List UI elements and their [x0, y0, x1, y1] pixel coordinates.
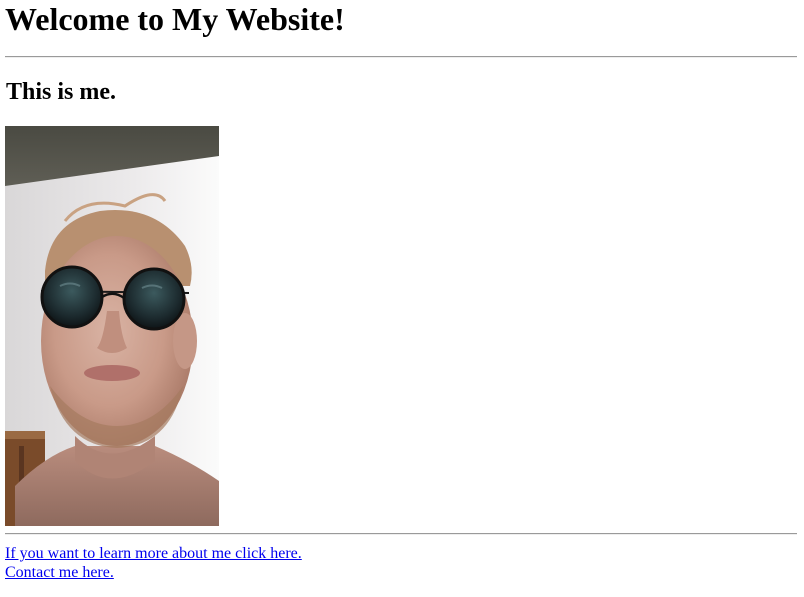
- section-heading: This is me.: [6, 79, 117, 105]
- learn-more-link[interactable]: If you want to learn more about me click…: [5, 544, 302, 563]
- page-title: Welcome to My Website!: [5, 1, 345, 37]
- bottom-divider: [5, 533, 797, 535]
- contact-link[interactable]: Contact me here.: [5, 563, 302, 582]
- top-divider: [5, 56, 797, 58]
- portrait-photo: [5, 126, 219, 526]
- links-section: If you want to learn more about me click…: [5, 544, 302, 582]
